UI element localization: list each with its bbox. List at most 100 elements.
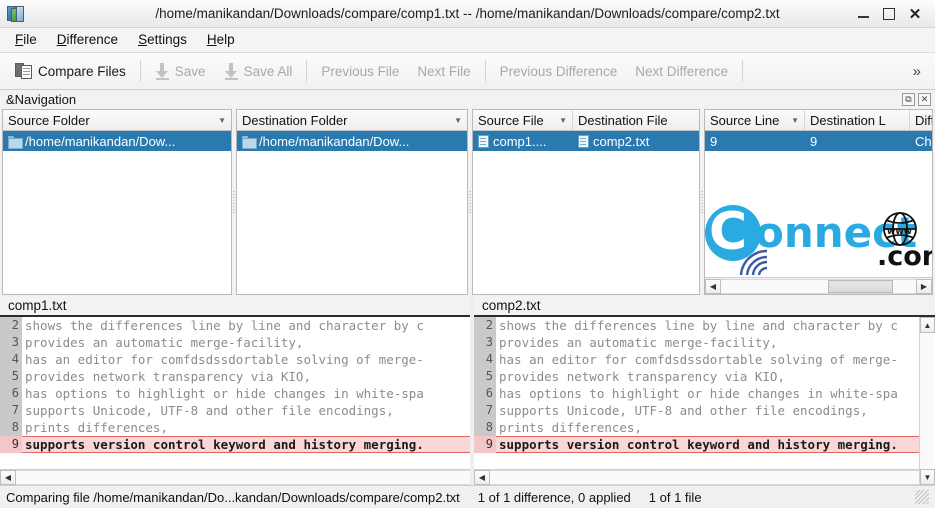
left-code-area[interactable]: 2 shows the differences line by line and … xyxy=(0,317,470,469)
line-number: 7 xyxy=(474,402,496,419)
destination-folder-list[interactable] xyxy=(237,151,467,294)
next-difference-button[interactable]: Next Difference xyxy=(626,57,737,86)
menu-file[interactable]: File xyxy=(8,30,45,50)
menu-file-acc: F xyxy=(15,32,24,48)
toolbar-overflow-button[interactable]: » xyxy=(905,63,929,80)
code-line[interactable]: 6 has options to highlight or hide change… xyxy=(474,385,919,402)
hscroll-thumb[interactable] xyxy=(828,279,893,293)
left-pane-body[interactable]: 2 shows the differences line by line and … xyxy=(0,317,470,485)
line-number: 8 xyxy=(0,419,22,436)
vscroll-up-arrow-icon[interactable]: ▲ xyxy=(920,317,935,333)
left-hscroll-left-arrow-icon[interactable]: ◀ xyxy=(0,470,16,485)
svg-text:www: www xyxy=(887,227,912,237)
hscroll-left-arrow-icon[interactable]: ◀ xyxy=(705,278,721,294)
previous-difference-button[interactable]: Previous Difference xyxy=(491,57,627,86)
nav-splitter-1[interactable] xyxy=(232,109,236,295)
code-line[interactable]: 5 provides network transparency via KIO, xyxy=(474,368,919,385)
source-file-value: comp1.... xyxy=(493,133,547,149)
left-pane-hscrollbar[interactable]: ◀ xyxy=(0,469,470,485)
column-header-destination-file[interactable]: Destination File xyxy=(573,110,699,130)
code-line[interactable]: 8 prints differences, xyxy=(0,419,470,436)
hscroll-track[interactable] xyxy=(721,278,916,294)
compare-files-button[interactable]: Compare Files xyxy=(6,57,135,86)
menu-settings-label: ettings xyxy=(147,32,187,48)
column-header-diff[interactable]: Diff xyxy=(910,110,932,130)
maximize-button[interactable] xyxy=(877,3,901,25)
destination-folder-row[interactable]: /home/manikandan/Dow... xyxy=(237,131,467,151)
right-pane-filename: comp2.txt xyxy=(482,297,541,313)
menu-help[interactable]: Help xyxy=(200,30,243,50)
close-button[interactable]: ✕ xyxy=(903,3,927,25)
left-hscroll-track[interactable] xyxy=(16,470,470,485)
nav-splitter-2[interactable] xyxy=(468,109,472,295)
code-line-changed[interactable]: 9 supports version control keyword and hi… xyxy=(474,436,919,453)
menu-difference[interactable]: Difference xyxy=(50,30,126,50)
line-number: 9 xyxy=(0,436,22,453)
line-number: 2 xyxy=(474,317,496,334)
column-header-destination-folder[interactable]: Destination Folder ▼ xyxy=(237,110,467,130)
line-numbers-list[interactable]: C onnect www .co xyxy=(705,151,932,277)
line-text: has options to highlight or hide changes… xyxy=(499,386,898,401)
line-number: 4 xyxy=(0,351,22,368)
line-text: shows the differences line by line and c… xyxy=(499,318,898,333)
previous-file-button[interactable]: Previous File xyxy=(312,57,408,86)
right-pane-vscrollbar[interactable]: ▲ ▼ xyxy=(919,317,935,485)
file-icon xyxy=(478,134,489,148)
toolbar-separator-4 xyxy=(742,60,743,82)
code-line[interactable]: 6 has options to highlight or hide change… xyxy=(0,385,470,402)
diff-view: comp1.txt 2 shows the differences line by… xyxy=(0,295,935,485)
code-line[interactable]: 3 provides an automatic merge-facility, xyxy=(474,334,919,351)
save-all-button[interactable]: Save All xyxy=(215,57,302,86)
file-icon xyxy=(578,134,589,148)
code-line[interactable]: 4 has an editor for comfdsdssdortable sol… xyxy=(0,351,470,368)
code-line[interactable]: 7 supports Unicode, UTF-8 and other file … xyxy=(474,402,919,419)
code-line[interactable]: 7 supports Unicode, UTF-8 and other file … xyxy=(0,402,470,419)
right-pane-hscrollbar[interactable]: ◀ xyxy=(474,469,919,485)
code-line-changed[interactable]: 9 supports version control keyword and hi… xyxy=(0,436,470,453)
code-line[interactable]: 5 provides network transparency via KIO, xyxy=(0,368,470,385)
save-all-icon xyxy=(224,62,239,80)
right-pane-body[interactable]: 2 shows the differences line by line and … xyxy=(474,317,935,485)
save-button[interactable]: Save xyxy=(146,57,215,86)
source-folder-list[interactable] xyxy=(3,151,231,294)
dock-close-button[interactable]: ✕ xyxy=(918,93,931,106)
code-line[interactable]: 2 shows the differences line by line and … xyxy=(474,317,919,334)
column-header-source-folder[interactable]: Source Folder ▼ xyxy=(3,110,231,130)
right-code-area[interactable]: 2 shows the differences line by line and … xyxy=(474,317,919,469)
line-number: 8 xyxy=(474,419,496,436)
source-folder-row[interactable]: /home/manikandan/Dow... xyxy=(3,131,231,151)
svg-text:.com: .com xyxy=(877,241,932,272)
status-file-count: 1 of 1 file xyxy=(648,489,702,505)
line-text: has options to highlight or hide changes… xyxy=(25,386,424,401)
right-hscroll-track[interactable] xyxy=(490,470,919,485)
resize-grip-icon[interactable] xyxy=(915,490,929,504)
dock-float-button[interactable]: ⧉ xyxy=(902,93,915,106)
hscroll-right-arrow-icon[interactable]: ▶ xyxy=(916,278,932,294)
code-line[interactable]: 3 provides an automatic merge-facility, xyxy=(0,334,470,351)
column-header-source-file[interactable]: Source File ▼ xyxy=(473,110,573,130)
code-line[interactable]: 8 prints differences, xyxy=(474,419,919,436)
code-line[interactable]: 4 has an editor for comfdsdssdortable sol… xyxy=(474,351,919,368)
vscroll-down-arrow-icon[interactable]: ▼ xyxy=(920,469,935,485)
destination-folder-value: /home/manikandan/Dow... xyxy=(259,133,410,149)
file-names-row[interactable]: comp1.... comp2.txt xyxy=(473,131,699,151)
line-text: supports Unicode, UTF-8 and other file e… xyxy=(499,403,868,418)
column-header-destination-line-label: Destination L xyxy=(810,112,886,128)
file-names-list[interactable] xyxy=(473,151,699,294)
next-file-button[interactable]: Next File xyxy=(408,57,479,86)
vscroll-track[interactable] xyxy=(920,333,935,469)
line-number: 5 xyxy=(0,368,22,385)
nav-splitter-3[interactable] xyxy=(700,109,704,295)
right-hscroll-left-arrow-icon[interactable]: ◀ xyxy=(474,470,490,485)
column-header-source-line[interactable]: Source Line ▼ xyxy=(705,110,805,130)
code-line[interactable]: 2 shows the differences line by line and … xyxy=(0,317,470,334)
line-text: shows the differences line by line and c… xyxy=(25,318,424,333)
column-header-destination-line[interactable]: Destination L xyxy=(805,110,910,130)
minimize-button[interactable] xyxy=(851,3,875,25)
line-numbers-row[interactable]: 9 9 Cha xyxy=(705,131,932,151)
status-difference-count: 1 of 1 difference, 0 applied xyxy=(477,489,631,505)
menu-settings[interactable]: Settings xyxy=(131,30,195,50)
line-numbers-header-row: Source Line ▼ Destination L Diff xyxy=(705,110,932,131)
navigation-hscrollbar[interactable]: ◀ ▶ xyxy=(705,277,932,294)
line-number: 3 xyxy=(0,334,22,351)
